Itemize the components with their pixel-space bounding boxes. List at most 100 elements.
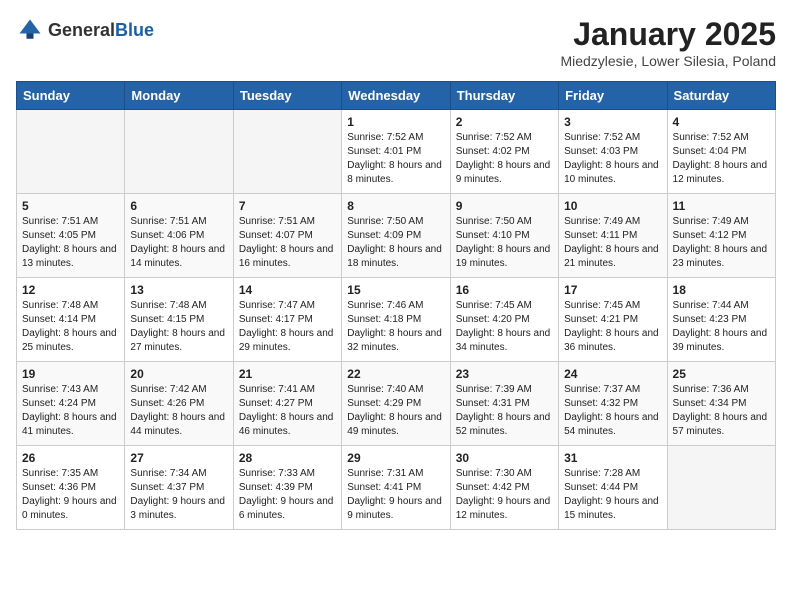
day-info: Sunrise: 7:49 AM Sunset: 4:12 PM Dayligh…	[673, 215, 770, 271]
calendar-week-row: 26 Sunrise: 7:35 AM Sunset: 4:36 PM Dayli…	[17, 446, 776, 530]
day-info: Sunrise: 7:45 AM Sunset: 4:21 PM Dayligh…	[564, 299, 661, 355]
day-number: 2	[456, 115, 553, 129]
day-info: Sunrise: 7:44 AM Sunset: 4:23 PM Dayligh…	[673, 299, 770, 355]
day-number: 18	[673, 283, 770, 297]
day-number: 20	[130, 367, 227, 381]
day-info: Sunrise: 7:35 AM Sunset: 4:36 PM Dayligh…	[22, 467, 119, 523]
calendar-cell: 1Sunrise: 7:52 AM Sunset: 4:01 PM Daylig…	[342, 110, 450, 194]
calendar-week-row: 1Sunrise: 7:52 AM Sunset: 4:01 PM Daylig…	[17, 110, 776, 194]
calendar-cell	[17, 110, 125, 194]
logo-icon	[16, 16, 44, 44]
calendar-cell: 7 Sunrise: 7:51 AM Sunset: 4:07 PM Daylig…	[233, 194, 341, 278]
day-info: Sunrise: 7:46 AM Sunset: 4:18 PM Dayligh…	[347, 299, 444, 355]
weekday-header: Wednesday	[342, 82, 450, 110]
day-info: Sunrise: 7:50 AM Sunset: 4:10 PM Dayligh…	[456, 215, 553, 271]
calendar-cell: 19 Sunrise: 7:43 AM Sunset: 4:24 PM Dayli…	[17, 362, 125, 446]
day-info: Sunrise: 7:33 AM Sunset: 4:39 PM Dayligh…	[239, 467, 336, 523]
day-info: Sunrise: 7:52 AM Sunset: 4:04 PM Dayligh…	[673, 131, 770, 187]
day-info: Sunrise: 7:48 AM Sunset: 4:15 PM Dayligh…	[130, 299, 227, 355]
day-info: Sunrise: 7:52 AM Sunset: 4:02 PM Dayligh…	[456, 131, 553, 187]
calendar-table: SundayMondayTuesdayWednesdayThursdayFrid…	[16, 81, 776, 530]
day-number: 16	[456, 283, 553, 297]
calendar-cell: 13 Sunrise: 7:48 AM Sunset: 4:15 PM Dayli…	[125, 278, 233, 362]
calendar-cell: 4Sunrise: 7:52 AM Sunset: 4:04 PM Daylig…	[667, 110, 775, 194]
day-info: Sunrise: 7:31 AM Sunset: 4:41 PM Dayligh…	[347, 467, 444, 523]
day-info: Sunrise: 7:42 AM Sunset: 4:26 PM Dayligh…	[130, 383, 227, 439]
day-number: 3	[564, 115, 661, 129]
calendar-week-row: 19 Sunrise: 7:43 AM Sunset: 4:24 PM Dayli…	[17, 362, 776, 446]
day-info: Sunrise: 7:40 AM Sunset: 4:29 PM Dayligh…	[347, 383, 444, 439]
day-number: 15	[347, 283, 444, 297]
day-info: Sunrise: 7:52 AM Sunset: 4:03 PM Dayligh…	[564, 131, 661, 187]
calendar-cell: 15 Sunrise: 7:46 AM Sunset: 4:18 PM Dayli…	[342, 278, 450, 362]
calendar-week-row: 5Sunrise: 7:51 AM Sunset: 4:05 PM Daylig…	[17, 194, 776, 278]
calendar-cell: 12Sunrise: 7:48 AM Sunset: 4:14 PM Dayli…	[17, 278, 125, 362]
calendar-week-row: 12Sunrise: 7:48 AM Sunset: 4:14 PM Dayli…	[17, 278, 776, 362]
day-number: 24	[564, 367, 661, 381]
day-info: Sunrise: 7:41 AM Sunset: 4:27 PM Dayligh…	[239, 383, 336, 439]
calendar-cell: 27 Sunrise: 7:34 AM Sunset: 4:37 PM Dayli…	[125, 446, 233, 530]
day-number: 17	[564, 283, 661, 297]
calendar-cell: 30Sunrise: 7:30 AM Sunset: 4:42 PM Dayli…	[450, 446, 558, 530]
calendar-cell: 17 Sunrise: 7:45 AM Sunset: 4:21 PM Dayli…	[559, 278, 667, 362]
day-info: Sunrise: 7:51 AM Sunset: 4:06 PM Dayligh…	[130, 215, 227, 271]
calendar-cell: 22 Sunrise: 7:40 AM Sunset: 4:29 PM Dayli…	[342, 362, 450, 446]
calendar-cell: 3 Sunrise: 7:52 AM Sunset: 4:03 PM Daylig…	[559, 110, 667, 194]
day-number: 13	[130, 283, 227, 297]
day-info: Sunrise: 7:49 AM Sunset: 4:11 PM Dayligh…	[564, 215, 661, 271]
day-info: Sunrise: 7:37 AM Sunset: 4:32 PM Dayligh…	[564, 383, 661, 439]
logo-text: GeneralBlue	[48, 20, 154, 41]
calendar-cell: 10Sunrise: 7:49 AM Sunset: 4:11 PM Dayli…	[559, 194, 667, 278]
calendar-cell: 31 Sunrise: 7:28 AM Sunset: 4:44 PM Dayli…	[559, 446, 667, 530]
day-number: 26	[22, 451, 119, 465]
calendar-cell: 8Sunrise: 7:50 AM Sunset: 4:09 PM Daylig…	[342, 194, 450, 278]
day-info: Sunrise: 7:28 AM Sunset: 4:44 PM Dayligh…	[564, 467, 661, 523]
weekday-header: Monday	[125, 82, 233, 110]
weekday-header: Tuesday	[233, 82, 341, 110]
day-number: 11	[673, 199, 770, 213]
calendar-cell	[667, 446, 775, 530]
weekday-header: Friday	[559, 82, 667, 110]
day-number: 25	[673, 367, 770, 381]
page-header: GeneralBlue January 2025 Miedzylesie, Lo…	[16, 16, 776, 69]
calendar-cell: 18 Sunrise: 7:44 AM Sunset: 4:23 PM Dayli…	[667, 278, 775, 362]
day-info: Sunrise: 7:47 AM Sunset: 4:17 PM Dayligh…	[239, 299, 336, 355]
day-info: Sunrise: 7:48 AM Sunset: 4:14 PM Dayligh…	[22, 299, 119, 355]
day-info: Sunrise: 7:45 AM Sunset: 4:20 PM Dayligh…	[456, 299, 553, 355]
logo-blue: Blue	[115, 20, 154, 40]
calendar-cell	[125, 110, 233, 194]
day-number: 8	[347, 199, 444, 213]
day-info: Sunrise: 7:51 AM Sunset: 4:05 PM Dayligh…	[22, 215, 119, 271]
day-info: Sunrise: 7:34 AM Sunset: 4:37 PM Dayligh…	[130, 467, 227, 523]
day-info: Sunrise: 7:30 AM Sunset: 4:42 PM Dayligh…	[456, 467, 553, 523]
day-number: 23	[456, 367, 553, 381]
logo-general: General	[48, 20, 115, 40]
calendar-cell: 23Sunrise: 7:39 AM Sunset: 4:31 PM Dayli…	[450, 362, 558, 446]
title-block: January 2025 Miedzylesie, Lower Silesia,…	[560, 16, 776, 69]
day-number: 9	[456, 199, 553, 213]
day-number: 29	[347, 451, 444, 465]
day-info: Sunrise: 7:36 AM Sunset: 4:34 PM Dayligh…	[673, 383, 770, 439]
calendar-cell: 6Sunrise: 7:51 AM Sunset: 4:06 PM Daylig…	[125, 194, 233, 278]
calendar-cell	[233, 110, 341, 194]
day-number: 14	[239, 283, 336, 297]
calendar-cell: 28Sunrise: 7:33 AM Sunset: 4:39 PM Dayli…	[233, 446, 341, 530]
calendar-cell: 21 Sunrise: 7:41 AM Sunset: 4:27 PM Dayli…	[233, 362, 341, 446]
calendar-subtitle: Miedzylesie, Lower Silesia, Poland	[560, 53, 776, 69]
weekday-header: Thursday	[450, 82, 558, 110]
day-number: 22	[347, 367, 444, 381]
day-number: 27	[130, 451, 227, 465]
calendar-cell: 24 Sunrise: 7:37 AM Sunset: 4:32 PM Dayli…	[559, 362, 667, 446]
day-number: 21	[239, 367, 336, 381]
day-info: Sunrise: 7:43 AM Sunset: 4:24 PM Dayligh…	[22, 383, 119, 439]
day-number: 7	[239, 199, 336, 213]
day-number: 1	[347, 115, 444, 129]
day-info: Sunrise: 7:51 AM Sunset: 4:07 PM Dayligh…	[239, 215, 336, 271]
calendar-cell: 9 Sunrise: 7:50 AM Sunset: 4:10 PM Daylig…	[450, 194, 558, 278]
weekday-header: Sunday	[17, 82, 125, 110]
logo: GeneralBlue	[16, 16, 154, 44]
day-number: 31	[564, 451, 661, 465]
day-number: 19	[22, 367, 119, 381]
calendar-cell: 26 Sunrise: 7:35 AM Sunset: 4:36 PM Dayli…	[17, 446, 125, 530]
calendar-cell: 5Sunrise: 7:51 AM Sunset: 4:05 PM Daylig…	[17, 194, 125, 278]
